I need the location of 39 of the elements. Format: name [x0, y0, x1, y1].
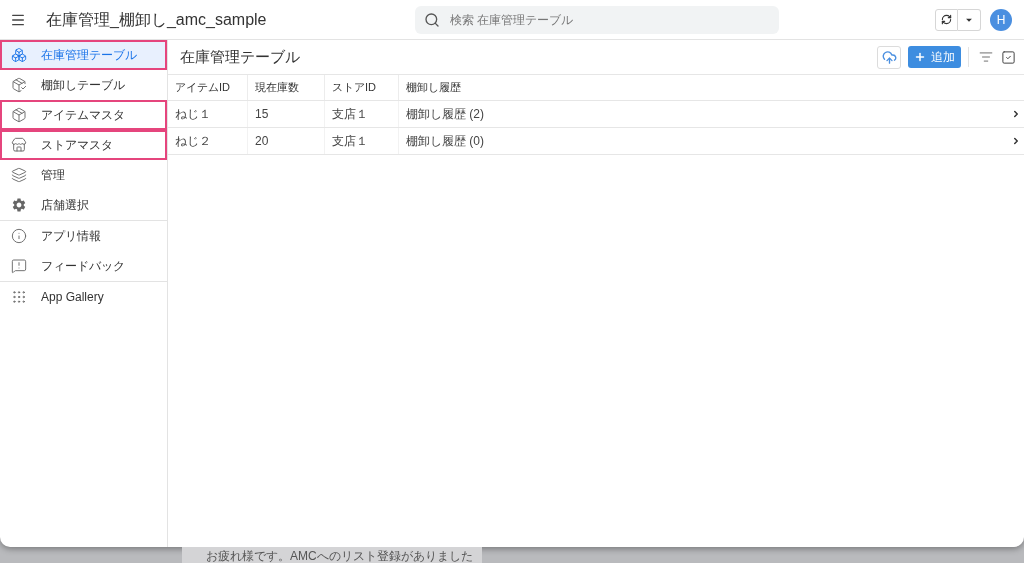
table-cell: 支店１	[325, 101, 399, 127]
layers-icon	[11, 167, 27, 183]
box-icon	[11, 107, 27, 123]
table-cell: 支店１	[325, 128, 399, 154]
chevron-right-icon[interactable]	[1011, 109, 1021, 119]
search-field[interactable]: 検索 在庫管理テーブル	[415, 5, 779, 34]
apps-grid-icon	[11, 289, 27, 305]
sidebar-item[interactable]: 在庫管理テーブル	[0, 40, 167, 70]
store-icon	[11, 137, 27, 153]
sync-icon	[941, 14, 952, 25]
filter-icon	[979, 50, 993, 64]
upload-button[interactable]	[877, 45, 901, 69]
table-cell: ねじ１	[168, 101, 248, 127]
checkbox-icon	[1001, 49, 1016, 65]
column-header[interactable]: ストアID	[325, 75, 399, 100]
sidebar-item[interactable]: アイテムマスタ	[0, 100, 167, 130]
sidebar-item[interactable]: ストアマスタ	[0, 130, 167, 160]
search-icon	[424, 11, 440, 28]
box-check-icon	[11, 77, 27, 93]
table-cell: 15	[248, 101, 325, 127]
cloud-upload-icon	[881, 49, 897, 65]
info-icon	[11, 228, 27, 244]
settings-icon	[11, 197, 27, 213]
table-cell: 20	[248, 128, 325, 154]
table-cell-text: 棚卸し履歴 (0)	[405, 133, 485, 150]
sync-button[interactable]	[935, 8, 958, 31]
select-button[interactable]	[1001, 49, 1016, 65]
boxes-icon	[11, 47, 27, 63]
column-header[interactable]: アイテムID	[168, 75, 248, 100]
table-cell: ねじ２	[168, 128, 248, 154]
view-title: 在庫管理テーブル	[180, 46, 300, 67]
notification-text: お疲れ様です。AMCへのリスト登録がありました	[206, 549, 473, 563]
table-cell-text: 棚卸し履歴 (2)	[405, 106, 485, 123]
feedback-icon	[11, 258, 27, 274]
plus-icon	[914, 51, 926, 63]
app-title: 在庫管理_棚卸し_amc_sample	[46, 9, 267, 30]
column-header[interactable]: 棚卸し履歴	[399, 75, 1000, 100]
chevron-right-icon[interactable]	[1011, 136, 1021, 146]
column-header[interactable]: 現在庫数	[248, 75, 325, 100]
